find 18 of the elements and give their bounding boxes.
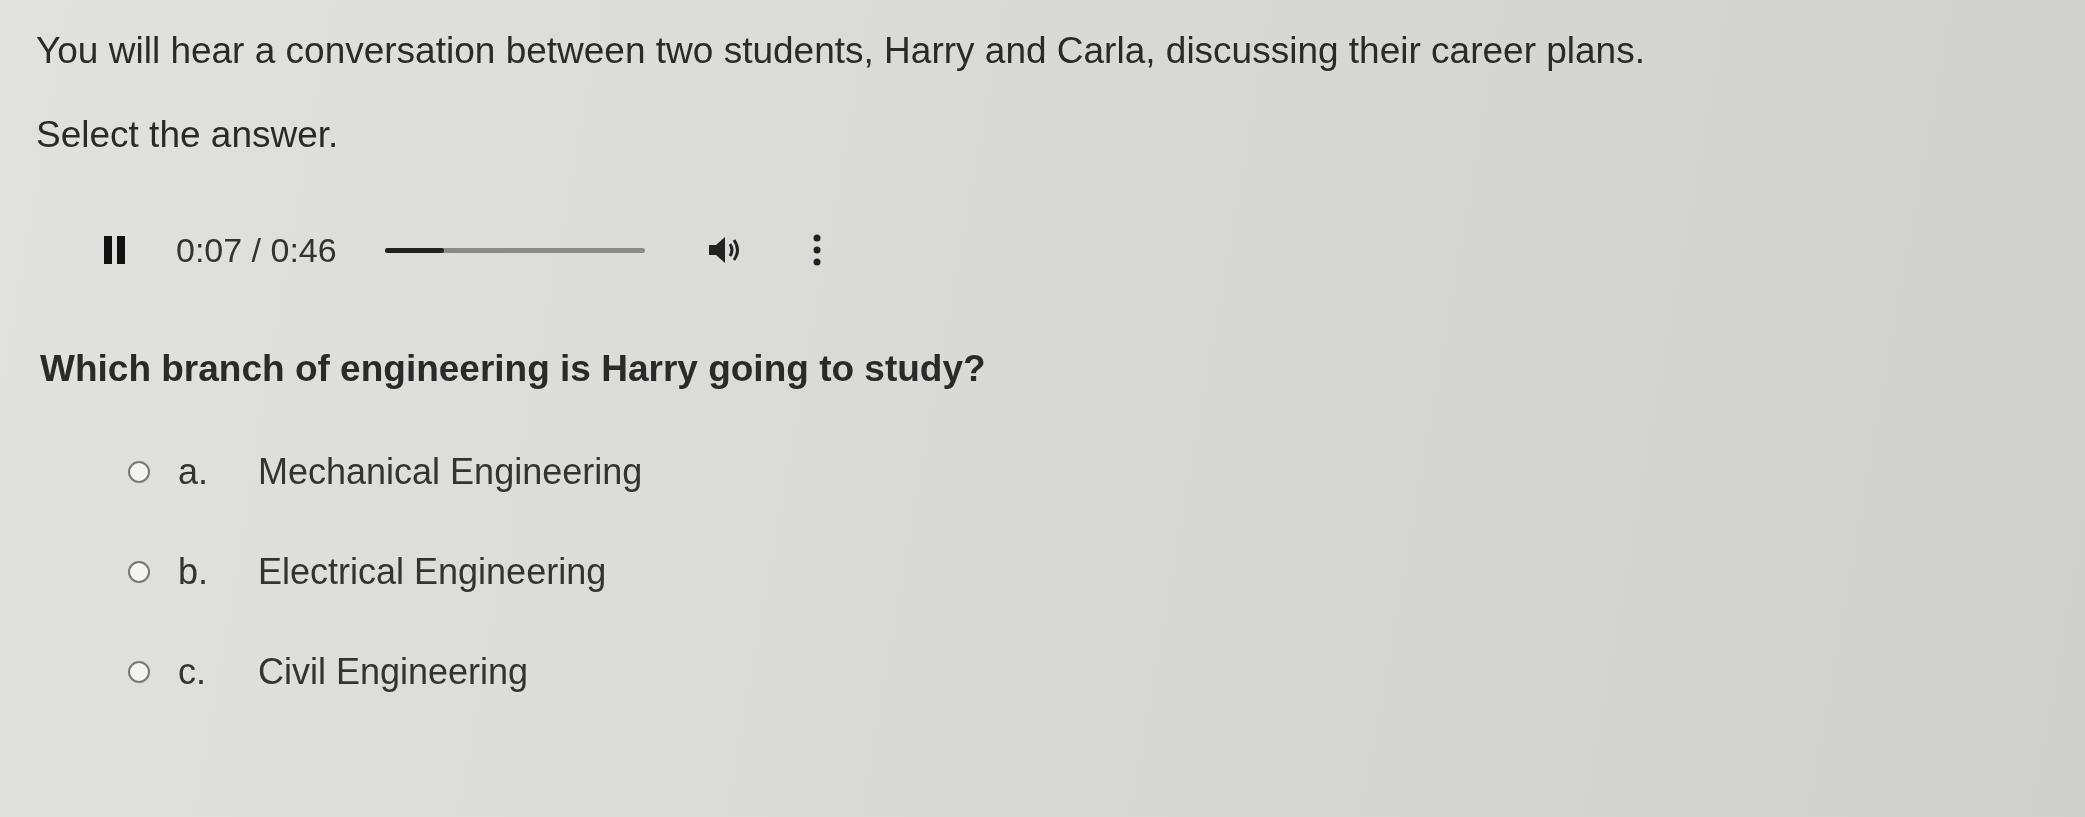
- option-letter: b.: [178, 551, 210, 593]
- progress-slider[interactable]: [384, 247, 645, 253]
- question-text: Which branch of engineering is Harry going to study?: [40, 348, 987, 390]
- pause-icon: [104, 236, 126, 264]
- instruction-text: You will hear a conversation between two students, Harry and Carla, discussing their career plans.: [36, 30, 1646, 72]
- option-label[interactable]: Mechanical Engineering: [258, 451, 643, 493]
- option-letter: c.: [178, 651, 207, 693]
- option-label[interactable]: Civil Engineering: [258, 651, 529, 693]
- more-options-button[interactable]: [812, 234, 821, 266]
- option-label[interactable]: Electrical Engineering: [258, 551, 607, 593]
- radio-button[interactable]: [128, 461, 150, 483]
- time-display: 0:07 / 0:46: [176, 230, 337, 270]
- radio-button[interactable]: [128, 661, 150, 683]
- radio-button[interactable]: [128, 561, 150, 583]
- instruction-text: Select the answer.: [36, 114, 340, 156]
- pause-button[interactable]: [104, 236, 126, 264]
- option-letter: a.: [178, 451, 210, 493]
- more-icon: [812, 234, 821, 266]
